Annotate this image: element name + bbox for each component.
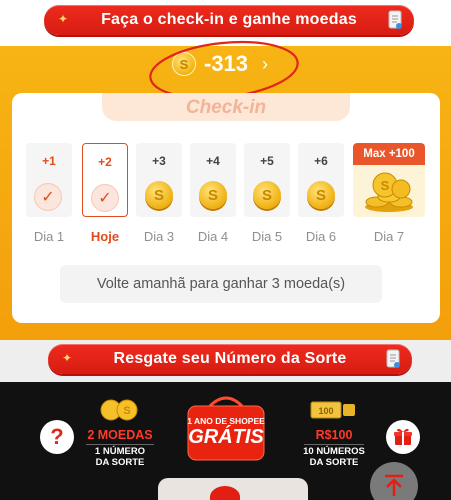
day-bonus: +2 — [98, 155, 112, 169]
scroll-icon — [388, 10, 402, 29]
reais-option-subtitle: 10 NÚMEROS DA SORTE — [296, 446, 372, 468]
checkin-card: Check-in +1 ✓ Dia 1 +2 ✓ Hoje +3 S Dia 3… — [12, 93, 440, 323]
coin-pile-icon: S — [365, 172, 413, 212]
divider — [86, 444, 154, 445]
moedas-option-subtitle: 1 NÚMERO DA SORTE — [80, 446, 160, 468]
help-button[interactable]: ? — [40, 420, 74, 454]
checkin-page: ✦ Faça o check-in e ganhe moedas S -313 … — [0, 0, 451, 500]
sparkle-icon: ✦ — [62, 351, 73, 365]
day-card-7: Max +100 S — [353, 143, 425, 217]
checkin-banner: ✦ Faça o check-in e ganhe moedas — [44, 5, 414, 35]
day-card-3: +3 S — [136, 143, 182, 217]
voucher-value: 100 — [318, 406, 333, 416]
day-label: Dia 1 — [33, 229, 65, 244]
day-label: Dia 4 — [197, 229, 229, 244]
moedas-option-title: 2 MOEDAS — [87, 428, 153, 442]
svg-text:S: S — [381, 178, 390, 193]
coin-stack-icon: S — [199, 181, 227, 209]
voucher-icon: 100 — [310, 401, 355, 419]
day-bonus: +6 — [314, 154, 328, 168]
checkin-notice: Volte amanhã para ganhar 3 moeda(s) — [60, 265, 382, 303]
day-card-6: +6 S — [298, 143, 344, 217]
moedas-line-2: DA SORTE — [95, 457, 145, 468]
day-label: Dia 5 — [251, 229, 283, 244]
coin-symbol: S — [123, 405, 130, 417]
sparkle-icon: ✦ — [58, 12, 69, 26]
day-card-5: +5 S — [244, 143, 290, 217]
gift-icon — [394, 428, 412, 445]
reais-line-2: DA SORTE — [309, 457, 359, 468]
day-label: Dia 3 — [143, 229, 175, 244]
lucky-number-banner-title: Resgate seu Número da Sorte — [113, 350, 347, 367]
day-card-4: +4 S — [190, 143, 236, 217]
day-label-today: Hoje — [90, 229, 120, 244]
back-to-top-icon — [385, 474, 403, 496]
day7-bonus: Max +100 — [353, 143, 425, 165]
coins-icon: S — [100, 399, 138, 421]
prize-subtitle: 1 ANO DE SHOPEE — [187, 416, 265, 426]
gift-button[interactable] — [386, 420, 420, 454]
day-card-today[interactable]: +2 ✓ — [82, 143, 128, 217]
reais-line-1: 10 NÚMEROS — [303, 446, 365, 457]
day-bonus: +4 — [206, 154, 220, 168]
day-bonus: +5 — [260, 154, 274, 168]
coin-icon: S — [145, 181, 173, 209]
coin-icon: S — [307, 181, 335, 209]
divider — [304, 444, 364, 445]
day-card-1: +1 ✓ — [26, 143, 72, 217]
prize-title: GRÁTIS — [188, 426, 264, 448]
check-icon: ✓ — [34, 183, 62, 211]
day-label: Dia 6 — [305, 229, 337, 244]
check-icon: ✓ — [91, 184, 119, 212]
reais-option-title: R$100 — [315, 428, 353, 442]
checkin-title: Check-in — [185, 97, 267, 118]
day-label: Dia 7 — [373, 229, 405, 244]
day-bonus: +1 — [42, 154, 56, 168]
day-bonus: +3 — [152, 154, 166, 168]
moedas-line-1: 1 NÚMERO — [94, 446, 146, 457]
lucky-number-banner: ✦ Resgate seu Número da Sorte — [48, 344, 412, 374]
checkin-banner-title: Faça o check-in e ganhe moedas — [101, 11, 357, 28]
shopee-prize-badge: 1 ANO DE SHOPEE GRÁTIS — [180, 392, 272, 462]
scroll-icon — [386, 349, 400, 368]
coin-stack-icon: S — [253, 181, 281, 209]
help-icon: ? — [50, 424, 64, 449]
